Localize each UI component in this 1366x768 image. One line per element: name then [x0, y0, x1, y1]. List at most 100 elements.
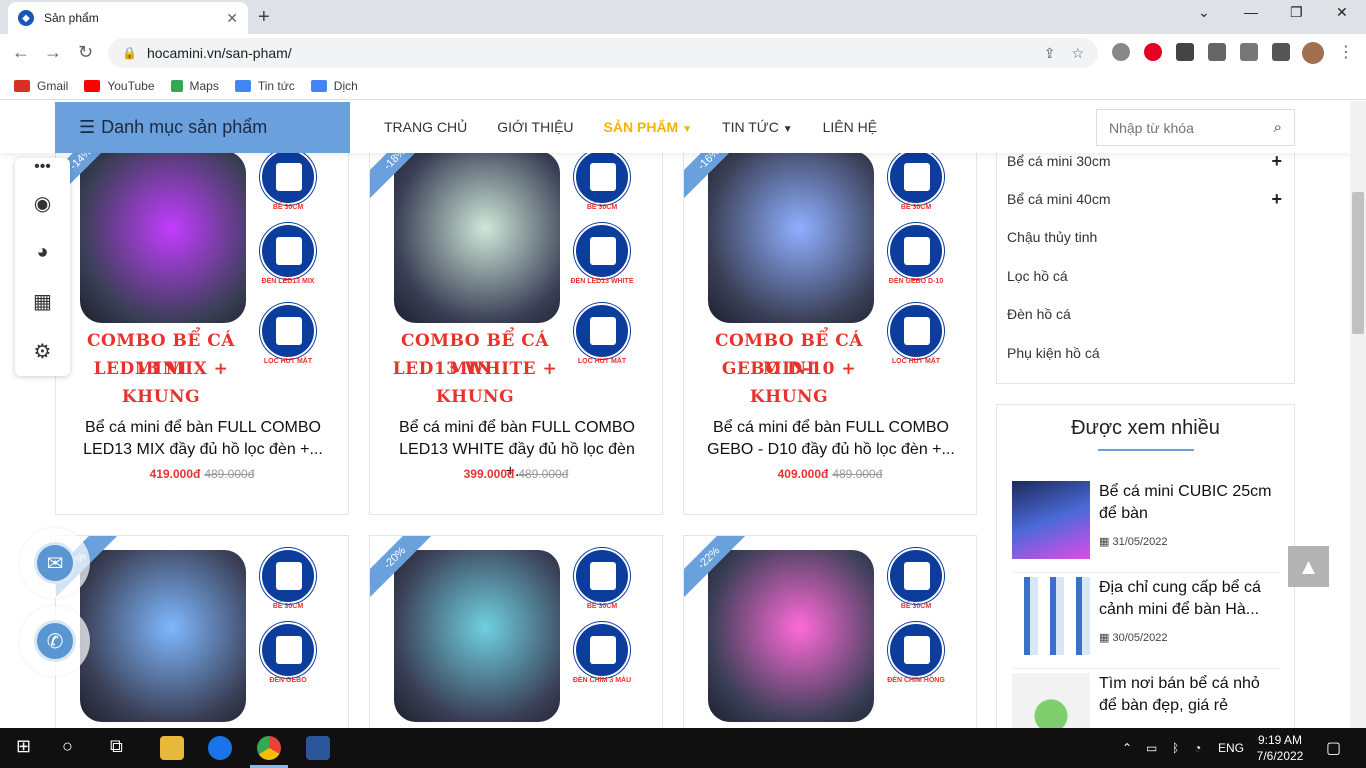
category-menu-button[interactable]: ☰ Danh mục sản phẩm — [55, 102, 350, 153]
close-window-icon[interactable]: ✕ — [1336, 4, 1348, 21]
address-bar[interactable]: 🔒 hocamini.vn/san-pham/ ⇪ ☆ — [108, 38, 1098, 68]
share-icon[interactable]: ⇪ — [1044, 45, 1056, 62]
expand-plus-icon[interactable]: + — [1271, 151, 1282, 172]
product-image[interactable]: BỂ 30CM ĐÈN GEBO — [56, 536, 348, 728]
category-item[interactable]: Chậu thủy tinh — [1007, 229, 1282, 245]
messenger-button[interactable]: ✉ — [20, 528, 90, 598]
viewed-thumbnail[interactable] — [1012, 481, 1090, 559]
category-item[interactable]: Đèn hồ cá — [1007, 306, 1282, 322]
word-icon[interactable] — [306, 736, 330, 760]
viewed-item-title[interactable]: Địa chỉ cung cấp bể cá cảnh mini để bàn … — [1099, 577, 1279, 621]
battery-icon[interactable]: ▭ — [1146, 741, 1157, 755]
palette-icon[interactable]: ◕ — [15, 241, 70, 264]
expand-plus-icon[interactable]: + — [1271, 189, 1282, 210]
category-item[interactable]: Phụ kiện hồ cá — [1007, 345, 1282, 361]
zalo-icon[interactable] — [208, 736, 232, 760]
nav-news[interactable]: TIN TỨC ▼ — [722, 119, 793, 135]
back-icon[interactable]: ← — [12, 42, 30, 63]
component-badge-icon — [574, 303, 630, 359]
sale-price: 409.000đ — [777, 467, 829, 481]
viewed-item-title[interactable]: Bể cá mini CUBIC 25cm để bàn — [1099, 481, 1279, 525]
most-viewed-box: Được xem nhiều Bể cá mini CUBIC 25cm để … — [996, 404, 1295, 728]
product-name[interactable]: Bể cá mini để bàn FULL COMBO LED13 MIX đ… — [72, 417, 334, 461]
viewed-thumbnail[interactable] — [1012, 577, 1090, 655]
viewed-item[interactable]: Tìm nơi bán bể cá nhỏ để bàn đẹp, giá rẻ — [1012, 673, 1280, 728]
category-item[interactable]: Bể cá mini 30cm + — [1007, 151, 1282, 172]
bookmark-star-icon[interactable]: ☆ — [1071, 45, 1084, 62]
product-card[interactable]: BỂ 30CM ĐÈN LED13 WHITE LỌC HÚT MẶT COMBO B… — [369, 136, 663, 515]
bluetooth-icon[interactable]: ᛒ — [1172, 741, 1179, 755]
viewed-item[interactable]: Địa chỉ cung cấp bể cá cảnh mini để bàn … — [1012, 577, 1280, 669]
browser-tab[interactable]: ◆ Sản phẩm ✕ — [8, 2, 248, 34]
component-badge-icon — [574, 622, 630, 678]
extension-gear-icon[interactable] — [1112, 43, 1130, 61]
bookmark-gmail[interactable]: Gmail — [14, 79, 68, 93]
search-circle-icon[interactable]: ○ — [62, 736, 73, 757]
product-image[interactable]: BỂ 30CM ĐÈN CHÌM 3 MÀU — [370, 536, 662, 728]
product-name[interactable]: Bể cá mini để bàn FULL COMBO GEBO - D10 … — [700, 417, 962, 461]
minimize-icon[interactable]: — — [1244, 4, 1258, 20]
nav-about[interactable]: GIỚI THIỆU — [497, 119, 573, 135]
bookmark-maps[interactable]: Maps — [170, 79, 219, 93]
wifi-icon[interactable]: ◔ — [1194, 741, 1201, 755]
profile-avatar[interactable] — [1302, 42, 1324, 64]
reload-icon[interactable]: ↻ — [78, 42, 93, 63]
phone-button[interactable]: ✆ — [20, 606, 90, 676]
scroll-to-top-button[interactable]: ▲ — [1288, 546, 1329, 587]
category-item[interactable]: Bể cá mini 40cm + — [1007, 189, 1282, 210]
nav-contact[interactable]: LIÊN HỆ — [823, 119, 877, 135]
bookmark-news[interactable]: Tin tức — [234, 79, 295, 93]
nav-products[interactable]: SẢN PHẨM ▼ — [604, 119, 692, 135]
extensions-puzzle-icon[interactable] — [1208, 43, 1226, 61]
new-tab-icon[interactable]: + — [258, 6, 270, 29]
media-control-icon[interactable] — [1240, 43, 1258, 61]
windows-start-icon[interactable]: ⊞ — [16, 736, 31, 757]
file-explorer-icon[interactable] — [160, 736, 184, 760]
system-clock[interactable]: 9:19 AM 7/6/2022 — [1254, 732, 1306, 764]
component-label: BỂ 30CM — [586, 603, 618, 610]
side-panel-icon[interactable] — [1272, 43, 1290, 61]
viewed-item-title[interactable]: Tìm nơi bán bể cá nhỏ để bàn đẹp, giá rẻ — [1099, 673, 1279, 717]
category-item[interactable]: Lọc hồ cá — [1007, 268, 1282, 284]
translate-icon — [310, 79, 327, 92]
restore-icon[interactable]: ❐ — [1290, 4, 1303, 21]
more-dots-icon[interactable]: ••• — [15, 158, 70, 176]
hamburger-icon: ☰ — [79, 117, 96, 137]
bookmark-youtube[interactable]: YouTube — [84, 79, 155, 93]
search-icon[interactable]: ⌕ — [1274, 119, 1282, 136]
viewed-item[interactable]: Bể cá mini CUBIC 25cm để bàn ▦ 31/05/202… — [1012, 481, 1280, 573]
viewed-thumbnail[interactable] — [1012, 673, 1090, 728]
tray-chevron-icon[interactable]: ⌃ — [1122, 741, 1132, 755]
component-badge-icon — [888, 303, 944, 359]
product-card[interactable]: BỂ 30CM ĐÈN GEBO D-10 LỌC HÚT MẶT COMBO BỂ … — [683, 136, 977, 515]
calendar-icon: ▦ — [1099, 632, 1110, 644]
grid-icon[interactable]: ▦ — [15, 289, 70, 314]
chrome-icon[interactable] — [257, 736, 281, 760]
notifications-icon[interactable]: ▢ — [1326, 738, 1341, 758]
product-card[interactable]: BỂ 30CM ĐÈN CHÌM HỒNG -22% — [683, 535, 977, 728]
chrome-menu-icon[interactable]: ⋮ — [1338, 42, 1354, 62]
product-card[interactable]: BỂ 30CM ĐÈN LED13 MIX LỌC HÚT MẶT COMBO BỂ … — [55, 136, 349, 515]
product-card[interactable]: BỂ 30CM ĐÈN CHÌM 3 MÀU -20% — [369, 535, 663, 728]
close-tab-icon[interactable]: ✕ — [226, 10, 238, 27]
forward-icon[interactable]: → — [44, 42, 62, 63]
component-badge-icon — [260, 149, 316, 205]
eye-icon[interactable]: ◉ — [15, 191, 70, 216]
product-card[interactable]: BỂ 30CMĐÈN GEBO% — [55, 535, 349, 728]
search-input[interactable] — [1109, 119, 1259, 136]
product-image[interactable]: BỂ 30CM ĐÈN LED13 MIX LỌC HÚT MẶT COMBO BỂ … — [56, 137, 348, 407]
bookmark-translate[interactable]: Dịch — [310, 79, 358, 93]
component-label: BỂ 30CM — [272, 204, 304, 211]
pinterest-icon[interactable] — [1144, 43, 1162, 61]
nav-home[interactable]: TRANG CHỦ — [384, 119, 467, 135]
mail-extension-icon[interactable] — [1176, 43, 1194, 61]
tab-search-icon[interactable]: ⌄ — [1198, 4, 1210, 21]
product-image[interactable]: BỂ 30CM ĐÈN CHÌM HỒNG — [684, 536, 976, 728]
product-image[interactable]: BỂ 30CM ĐÈN GEBO D-10 LỌC HÚT MẶT COMBO BỂ … — [684, 137, 976, 407]
language-indicator[interactable]: ENG — [1218, 741, 1244, 755]
product-image[interactable]: BỂ 30CM ĐÈN LED13 WHITE LỌC HÚT MẶT COMBO B… — [370, 137, 662, 407]
settings-gears-icon[interactable]: ⚙ — [15, 339, 70, 364]
sale-price: 399.000đ — [463, 467, 515, 481]
task-view-icon[interactable]: ⧉ — [110, 736, 123, 757]
scrollbar-thumb[interactable] — [1352, 192, 1364, 334]
